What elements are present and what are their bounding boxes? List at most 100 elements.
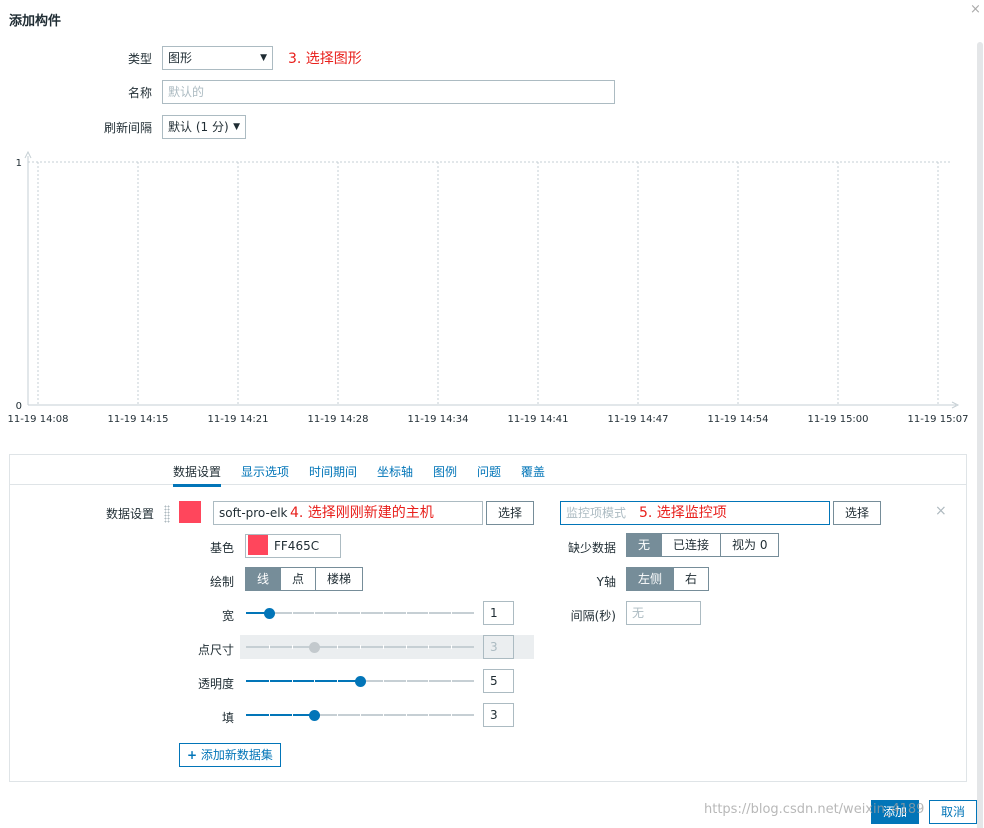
missing-option-connected[interactable]: 已连接 (661, 534, 721, 556)
dataset-panel: 数据设置 显示选项 时间期间 坐标轴 图例 问题 覆盖 数据设置 soft-pr… (9, 454, 967, 782)
cancel-button[interactable]: 取消 (929, 800, 977, 824)
tab-legend[interactable]: 图例 (433, 463, 457, 480)
item-annotation: 5. 选择监控项 (639, 505, 727, 521)
slider-tick (405, 645, 407, 649)
point-size-label: 点尺寸 (197, 643, 234, 657)
slider-tick (428, 679, 430, 683)
slider-fill (246, 646, 314, 648)
slider-tick (360, 645, 361, 649)
x-tick-label: 11-19 14:34 (407, 414, 468, 425)
slider-tick (451, 679, 453, 683)
base-color-input[interactable]: FF465C (245, 534, 341, 558)
name-label: 名称 (127, 86, 152, 100)
slider-handle[interactable] (263, 608, 275, 619)
fill-label: 填 (221, 711, 234, 725)
slider-tick (291, 645, 293, 649)
slider-tick (428, 645, 430, 649)
y-axis-option-left[interactable]: 左侧 (627, 568, 674, 590)
interval-input[interactable]: 无 (626, 601, 701, 625)
chevron-down-icon: ▼ (260, 53, 267, 63)
type-annotation: 3. 选择图形 (288, 51, 362, 67)
tab-overrides[interactable]: 覆盖 (521, 463, 545, 480)
x-tick-label: 11-19 14:47 (607, 414, 668, 425)
missing-option-zero[interactable]: 视为 0 (720, 534, 779, 556)
slider-tick (268, 645, 270, 649)
draw-option-points[interactable]: 点 (280, 568, 316, 590)
refresh-label: 刷新间隔 (103, 121, 152, 135)
missing-option-none[interactable]: 无 (627, 534, 662, 556)
slider-tick (337, 679, 339, 683)
name-input[interactable]: 默认的 (162, 80, 615, 104)
x-tick-label: 11-19 15:00 (807, 414, 868, 425)
slider-tick (314, 679, 316, 683)
tab-problems[interactable]: 问题 (477, 463, 501, 480)
select-host-button[interactable]: 选择 (486, 501, 534, 525)
draw-label: 绘制 (209, 575, 234, 589)
host-pattern-input[interactable]: soft-pro-elk 4. 选择刚刚新建的主机 (213, 501, 483, 525)
x-tick-label: 11-19 14:28 (307, 414, 368, 425)
draw-option-line[interactable]: 线 (246, 568, 281, 590)
name-placeholder: 默认的 (168, 85, 205, 99)
x-tick-label: 11-19 14:08 (7, 414, 68, 425)
y-axis-option-right[interactable]: 右 (673, 568, 709, 590)
remove-dataset-icon[interactable]: × (935, 503, 947, 519)
y-axis-toggle: 左侧 右 (626, 567, 710, 591)
draw-option-staircase[interactable]: 楼梯 (315, 568, 363, 590)
y-axis-label: Y轴 (596, 575, 616, 589)
dataset-color-swatch[interactable] (179, 501, 201, 523)
base-color-label: 基色 (209, 541, 234, 555)
graph-svg: 0 1 11-19 14:08 11-19 14:15 11-19 14:21 11-19… (7, 150, 969, 425)
base-color-value: FF465C (274, 539, 320, 553)
interval-placeholder: 无 (632, 606, 645, 620)
tab-time-period[interactable]: 时间期间 (309, 463, 357, 480)
slider-tick (382, 679, 384, 683)
item-placeholder: 监控项模式 (566, 506, 627, 520)
add-dataset-button[interactable]: + 添加新数据集 (179, 743, 281, 767)
tab-data-set[interactable]: 数据设置 (173, 463, 222, 487)
transparency-input[interactable]: 5 (483, 669, 514, 693)
interval-label: 间隔(秒) (570, 609, 616, 623)
slider-tick (382, 645, 384, 649)
width-input[interactable]: 1 (483, 601, 514, 625)
fill-slider[interactable] (246, 705, 474, 725)
refresh-select[interactable]: 默认 (1 分) ▼ (162, 115, 246, 139)
slider-tick (428, 713, 430, 717)
width-label: 宽 (221, 609, 234, 623)
transparency-slider[interactable] (246, 671, 474, 691)
slider-tick (382, 713, 384, 717)
fill-input[interactable]: 3 (483, 703, 514, 727)
slider-tick (405, 611, 407, 615)
tab-axes[interactable]: 坐标轴 (377, 463, 413, 480)
slider-tick (405, 713, 407, 717)
base-color-swatch[interactable] (248, 535, 268, 555)
drag-handle-icon[interactable] (164, 505, 170, 523)
width-slider[interactable] (246, 603, 474, 623)
slider-tick (268, 679, 270, 683)
tab-display-options[interactable]: 显示选项 (241, 463, 289, 480)
slider-fill (246, 680, 360, 682)
x-tick-label: 11-19 15:07 (907, 414, 968, 425)
slider-tick (451, 713, 453, 717)
plus-icon: + (187, 748, 198, 762)
slider-handle[interactable] (309, 710, 321, 721)
select-item-button[interactable]: 选择 (833, 501, 881, 525)
add-button[interactable]: 添加 (871, 800, 919, 824)
slider-handle[interactable] (355, 676, 366, 687)
slider-tick (314, 611, 316, 615)
x-tick-label: 11-19 14:41 (507, 414, 568, 425)
missing-data-toggle: 无 已连接 视为 0 (626, 533, 780, 557)
item-pattern-input[interactable]: 监控项模式 5. 选择监控项 (560, 501, 830, 525)
type-select[interactable]: 图形 ▼ (162, 46, 273, 70)
close-icon[interactable]: × (970, 2, 981, 17)
slider-tick (268, 713, 270, 717)
chevron-down-icon: ▼ (233, 122, 240, 132)
slider-tick (291, 713, 293, 717)
point-size-slider (246, 637, 474, 657)
x-tick-label: 11-19 14:54 (707, 414, 768, 425)
slider-tick (337, 611, 339, 615)
slider-handle (309, 642, 321, 653)
slider-tick (428, 611, 430, 615)
slider-tick (360, 611, 361, 615)
slider-tick (337, 645, 339, 649)
add-dataset-label: 添加新数据集 (200, 748, 273, 762)
